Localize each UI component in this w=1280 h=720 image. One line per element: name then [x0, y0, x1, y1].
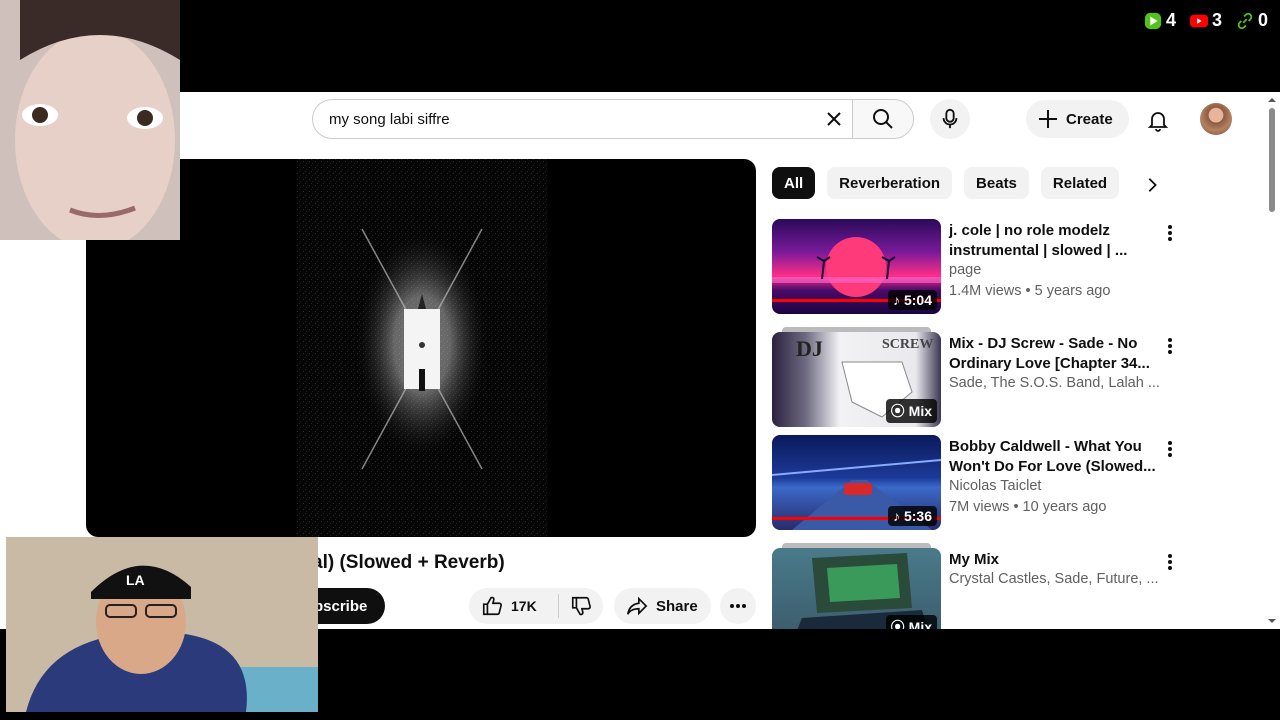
video-title: al) (Slowed + Reverb) — [312, 552, 505, 573]
filter-chips: All Reverberation Beats Related — [772, 167, 1120, 199]
like-dislike-group: 17K — [469, 588, 603, 624]
video-thumbnail[interactable]: DJ SCREW ⦿ Mix — [772, 332, 941, 427]
clear-search-button[interactable] — [820, 105, 848, 133]
webcam-overlay-bottom: LA — [6, 537, 318, 712]
scroll-thumb[interactable] — [1269, 108, 1275, 212]
screen: 4 3 0 my song labi siffre Create al) (Sl… — [0, 0, 1280, 720]
link-icon — [1237, 12, 1253, 29]
svg-text:SCREW: SCREW — [882, 337, 933, 352]
rec-title[interactable]: j. cole | no role modelz instrumental | … — [949, 221, 1159, 261]
create-label: Create — [1066, 110, 1113, 128]
more-actions-button[interactable] — [720, 588, 756, 624]
search-input[interactable]: my song labi siffre — [329, 111, 852, 128]
chip-related[interactable]: Related — [1040, 167, 1120, 199]
badge-text: Mix — [908, 619, 932, 629]
thumbs-up-icon — [482, 596, 502, 616]
page-scrollbar[interactable] — [1264, 92, 1280, 629]
search-icon — [873, 109, 893, 129]
more-vertical-icon — [1168, 338, 1172, 354]
rec-meta: 1.4M views • 5 years ago — [949, 283, 1111, 299]
avatar[interactable] — [1200, 103, 1232, 135]
rec-title[interactable]: My Mix — [949, 550, 1159, 570]
voice-search-button[interactable] — [930, 99, 970, 139]
like-count: 17K — [511, 598, 537, 614]
mix-icon: ⦿ — [890, 403, 905, 419]
microphone-icon — [942, 108, 958, 129]
video-thumbnail[interactable]: ♪ 5:04 — [772, 219, 941, 314]
close-icon — [827, 112, 841, 126]
bell-icon — [1147, 112, 1169, 132]
create-button[interactable]: Create — [1026, 100, 1129, 138]
more-vertical-icon — [1168, 441, 1172, 457]
rec-channel[interactable]: Sade, The S.O.S. Band, Lalah ... — [949, 375, 1171, 391]
video-thumbnail[interactable]: ♪ 5:36 — [772, 435, 941, 530]
search-button[interactable] — [852, 99, 914, 139]
link-count: 0 — [1257, 10, 1268, 30]
plus-icon — [1039, 110, 1057, 128]
link-stat: 0 — [1236, 10, 1268, 31]
youtube-count: 3 — [1211, 10, 1222, 30]
share-label: Share — [656, 597, 698, 615]
notifications-button[interactable] — [1140, 102, 1176, 138]
more-horizontal-icon — [730, 604, 746, 608]
video-thumbnail[interactable]: ⦿ Mix — [772, 548, 941, 629]
chip-all[interactable]: All — [772, 167, 816, 199]
svg-text:DJ: DJ — [796, 336, 823, 361]
like-button[interactable]: 17K — [469, 594, 559, 618]
recommendation-item[interactable]: ♪ 5:04 j. cole | no role modelz instrumen… — [772, 219, 1182, 315]
rec-title[interactable]: Mix - DJ Screw - Sade - No Ordinary Love… — [949, 334, 1159, 374]
music-note-icon: ♪ — [892, 508, 900, 524]
dislike-button[interactable] — [559, 595, 603, 617]
mix-badge: ⦿ Mix — [885, 399, 937, 423]
thumbs-down-icon — [571, 596, 591, 616]
music-note-icon: ♪ — [892, 292, 900, 308]
chips-next-button[interactable] — [1138, 171, 1166, 199]
chip-beats[interactable]: Beats — [964, 167, 1029, 199]
video-artwork — [296, 159, 548, 537]
mix-badge: ⦿ Mix — [885, 615, 937, 629]
recommendation-item[interactable]: ⦿ Mix My Mix Crystal Castles, Sade, Futur… — [772, 543, 1182, 629]
recommendation-item[interactable]: DJ SCREW ⦿ Mix Mix - DJ Screw - Sade - No … — [772, 327, 1182, 428]
rec-menu-button[interactable] — [1158, 334, 1182, 358]
duration-text: 5:04 — [903, 292, 932, 308]
svg-text:LA: LA — [126, 572, 145, 588]
scroll-down-arrow-icon[interactable] — [1264, 615, 1280, 627]
rec-meta: 7M views • 10 years ago — [949, 499, 1107, 515]
chip-reverberation[interactable]: Reverberation — [827, 167, 953, 199]
rec-channel[interactable]: Nicolas Taiclet — [949, 478, 1171, 494]
rec-title[interactable]: Bobby Caldwell - What You Won't Do For L… — [949, 437, 1159, 477]
share-icon — [627, 596, 648, 616]
rec-channel[interactable]: Crystal Castles, Sade, Future, ... — [949, 571, 1171, 587]
search-box[interactable]: my song labi siffre — [312, 99, 852, 139]
duration-badge: ♪ 5:36 — [887, 506, 937, 526]
more-vertical-icon — [1168, 225, 1172, 241]
video-player[interactable] — [86, 159, 756, 537]
rec-menu-button[interactable] — [1158, 550, 1182, 574]
mix-icon: ⦿ — [890, 619, 905, 629]
viewer-count: 4 — [1165, 10, 1176, 30]
youtube-stat: 3 — [1189, 10, 1222, 31]
stream-stats: 4 3 0 — [1144, 10, 1268, 31]
webcam-overlay-top — [0, 0, 180, 240]
recommendation-item[interactable]: ♪ 5:36 Bobby Caldwell - What You Won't Do… — [772, 435, 1182, 531]
webcam-person-image: LA — [6, 537, 318, 712]
rec-menu-button[interactable] — [1158, 437, 1182, 461]
badge-text: Mix — [908, 403, 932, 419]
chevron-right-icon — [1148, 178, 1157, 192]
play-icon — [1144, 12, 1162, 29]
masthead: my song labi siffre Create — [0, 92, 1264, 148]
youtube-icon — [1189, 14, 1208, 27]
share-button[interactable]: Share — [614, 588, 711, 624]
rec-menu-button[interactable] — [1158, 221, 1182, 245]
viewer-stat: 4 — [1144, 10, 1176, 31]
webcam-face-image — [0, 0, 180, 240]
rec-channel[interactable]: page — [949, 262, 1171, 278]
more-vertical-icon — [1168, 554, 1172, 570]
scroll-up-arrow-icon[interactable] — [1264, 94, 1280, 106]
duration-text: 5:36 — [903, 508, 932, 524]
duration-badge: ♪ 5:04 — [887, 290, 937, 310]
